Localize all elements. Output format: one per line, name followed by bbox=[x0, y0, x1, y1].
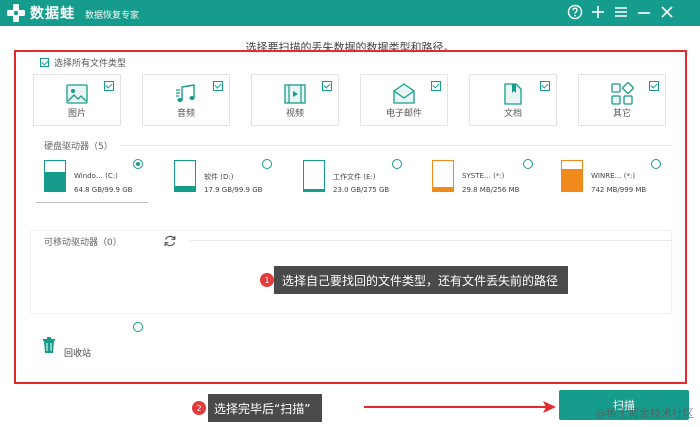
recycle-bin-label: 回收站 bbox=[64, 349, 92, 359]
selected-drive-underline bbox=[36, 202, 148, 203]
close-icon[interactable] bbox=[658, 3, 676, 21]
checkbox-icon[interactable] bbox=[322, 81, 332, 91]
drive-usage-fill bbox=[45, 171, 65, 191]
help-icon[interactable] bbox=[566, 3, 584, 21]
music-icon bbox=[173, 81, 199, 107]
image-icon bbox=[64, 81, 90, 107]
recycle-bin-radio[interactable] bbox=[133, 322, 143, 332]
drive-item[interactable]: 软件 (D:) 17.9 GB/99.9 GB bbox=[174, 160, 294, 200]
file-type-email[interactable]: 电子邮件 bbox=[360, 74, 448, 126]
drive-size: 29.8 MB/256 MB bbox=[462, 186, 520, 194]
other-icon bbox=[609, 81, 635, 107]
drive-usage-fill bbox=[433, 187, 453, 191]
email-icon bbox=[391, 81, 417, 107]
menu-icon[interactable] bbox=[612, 3, 630, 21]
drive-icon bbox=[561, 160, 583, 192]
step-badge: 1 bbox=[260, 273, 274, 287]
video-icon bbox=[282, 81, 308, 107]
drives-section-title: 硬盘驱动器（5） bbox=[44, 142, 113, 152]
file-type-label: 文档 bbox=[503, 109, 522, 119]
checkbox-icon[interactable] bbox=[104, 81, 114, 91]
drive-name: Windo… (C:) bbox=[74, 172, 118, 180]
drive-item[interactable]: SYSTE… (*:) 29.8 MB/256 MB bbox=[432, 160, 552, 200]
app-name: 数据蛙 bbox=[30, 6, 75, 22]
checkbox-icon[interactable] bbox=[431, 81, 441, 91]
drive-item[interactable]: 工作文件 (E:) 23.0 GB/275 GB bbox=[303, 160, 423, 200]
drive-icon bbox=[44, 160, 66, 192]
tip-text: 选择完毕后“扫描” bbox=[214, 401, 311, 416]
select-all-label: 选择所有文件类型 bbox=[54, 59, 127, 69]
drive-size: 64.8 GB/99.9 GB bbox=[74, 186, 133, 194]
drive-name: WINRE… (*:) bbox=[591, 172, 636, 180]
drive-radio[interactable] bbox=[133, 159, 143, 169]
minimize-icon[interactable] bbox=[635, 3, 653, 21]
checkbox-icon[interactable] bbox=[213, 81, 223, 91]
annotation-arrow bbox=[364, 406, 546, 408]
title-bar: 数据蛙 数据恢复专家 bbox=[0, 0, 700, 26]
plus-icon[interactable] bbox=[589, 3, 607, 21]
select-all-checkbox[interactable]: 选择所有文件类型 bbox=[40, 56, 126, 69]
drive-radio[interactable] bbox=[262, 159, 272, 169]
frog-logo-icon bbox=[6, 3, 26, 23]
file-type-document[interactable]: 文档 bbox=[469, 74, 557, 126]
drive-name: SYSTE… (*:) bbox=[462, 172, 505, 180]
document-icon bbox=[500, 81, 526, 107]
drive-size: 23.0 GB/275 GB bbox=[333, 186, 390, 194]
recycle-bin-icon[interactable] bbox=[42, 337, 56, 353]
app-subtitle: 数据恢复专家 bbox=[85, 11, 140, 21]
drive-name: 软件 (D:) bbox=[204, 173, 234, 181]
drive-name: 工作文件 (E:) bbox=[333, 173, 376, 181]
drive-icon bbox=[432, 160, 454, 192]
annotation-tip-1: 1 选择自己要找回的文件类型，还有文件丢失前的路径 bbox=[260, 266, 569, 294]
drive-icon bbox=[174, 160, 196, 192]
checkbox-icon[interactable] bbox=[540, 81, 550, 91]
drive-size: 742 MB/999 MB bbox=[591, 186, 647, 194]
checkbox-icon[interactable] bbox=[40, 58, 49, 67]
checkbox-icon[interactable] bbox=[649, 81, 659, 91]
file-type-image[interactable]: 图片 bbox=[33, 74, 121, 126]
file-type-label: 其它 bbox=[612, 109, 631, 119]
drive-icon bbox=[303, 160, 325, 192]
file-type-label: 音频 bbox=[176, 109, 195, 119]
drive-usage-fill bbox=[175, 185, 195, 191]
drive-radio[interactable] bbox=[392, 159, 402, 169]
file-type-audio[interactable]: 音频 bbox=[142, 74, 230, 126]
drive-radio[interactable] bbox=[651, 159, 661, 169]
step-badge: 2 bbox=[192, 401, 206, 415]
watermark: @稀土掘金技术社区 bbox=[595, 407, 694, 420]
section-divider bbox=[120, 145, 672, 146]
file-type-label: 图片 bbox=[67, 109, 86, 119]
file-type-video[interactable]: 视频 bbox=[251, 74, 339, 126]
tip-text: 选择自己要找回的文件类型，还有文件丢失前的路径 bbox=[282, 273, 559, 288]
drive-item[interactable]: WINRE… (*:) 742 MB/999 MB bbox=[561, 160, 681, 200]
file-type-label: 电子邮件 bbox=[385, 109, 422, 119]
arrow-head-icon bbox=[543, 401, 556, 413]
drive-item[interactable]: Windo… (C:) 64.8 GB/99.9 GB bbox=[44, 160, 164, 200]
drive-radio[interactable] bbox=[523, 159, 533, 169]
annotation-tip-2: 2 选择完毕后“扫描” bbox=[192, 394, 323, 422]
app-logo: 数据蛙 数据恢复专家 bbox=[6, 3, 139, 23]
drive-usage-fill bbox=[562, 168, 582, 191]
file-type-label: 视频 bbox=[285, 109, 304, 119]
drive-size: 17.9 GB/99.9 GB bbox=[204, 186, 263, 194]
drive-usage-fill bbox=[304, 188, 324, 191]
file-type-other[interactable]: 其它 bbox=[578, 74, 666, 126]
